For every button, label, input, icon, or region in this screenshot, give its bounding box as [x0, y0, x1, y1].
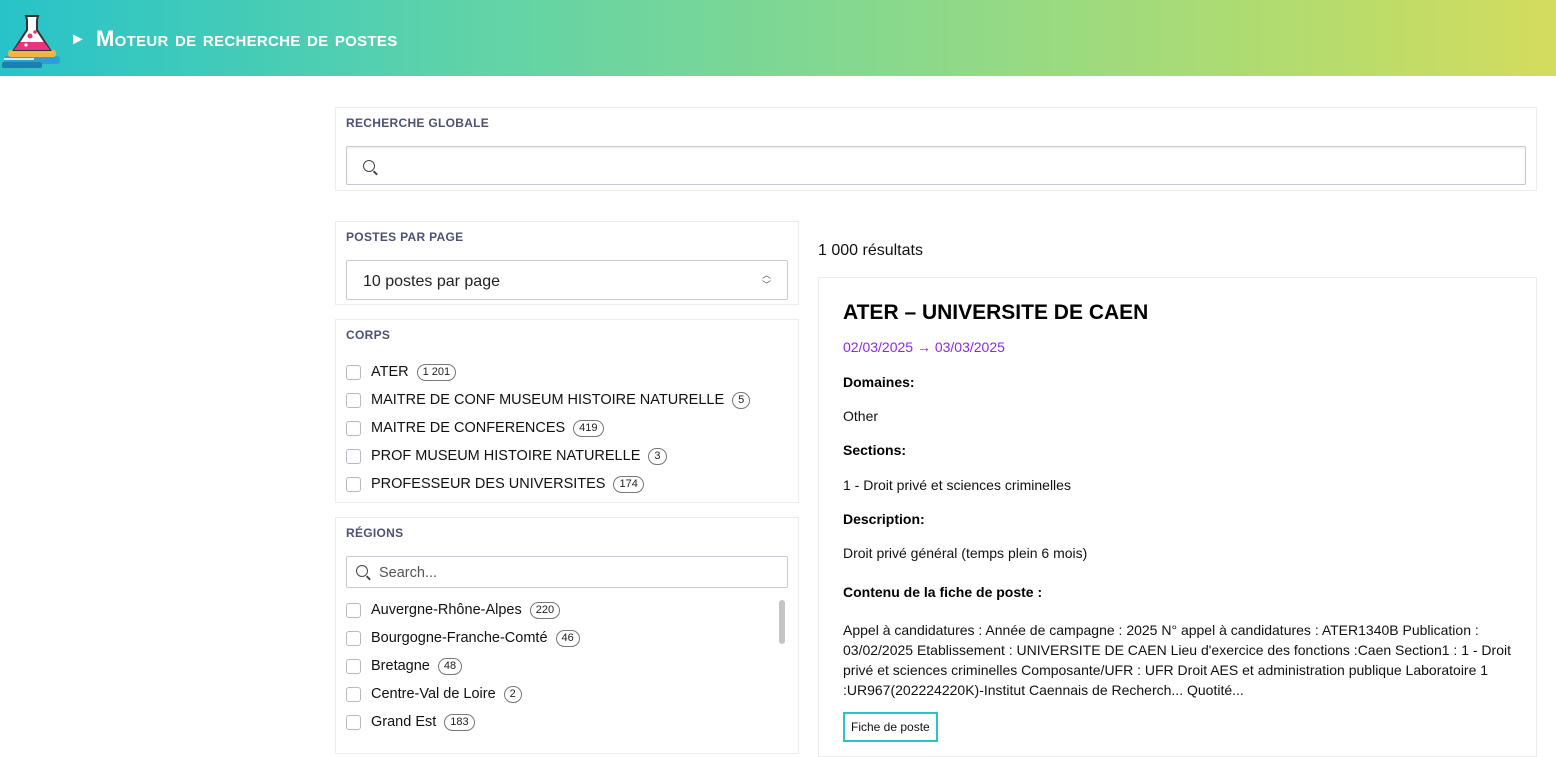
search-icon: [363, 160, 375, 172]
global-search-panel: RECHERCHE GLOBALE: [335, 107, 1537, 191]
corps-option[interactable]: ATER 1 201: [346, 362, 457, 382]
results-count: 1 000 résultats: [818, 242, 923, 259]
count-badge: 46: [555, 629, 580, 647]
count-badge: 220: [529, 601, 561, 619]
search-icon: [356, 565, 368, 577]
per-page-select[interactable]: 10 postes par page ︿ ﹀: [346, 260, 788, 300]
sections-label: Sections:: [843, 442, 907, 458]
corps-option-label: PROF MUSEUM HISTOIRE NATURELLE: [371, 448, 641, 464]
region-option-label: Bourgogne-Franche-Comté: [371, 630, 548, 646]
count-badge: 419: [573, 419, 604, 437]
regions-label: RÉGIONS: [346, 526, 404, 540]
corps-option-label: ATER: [371, 364, 409, 380]
count-badge: 48: [437, 657, 463, 675]
checkbox[interactable]: [346, 476, 361, 492]
fiche-de-poste-button[interactable]: Fiche de poste: [843, 712, 938, 742]
checkbox[interactable]: [346, 392, 361, 408]
description-label: Description:: [843, 511, 925, 527]
count-badge: 1 201: [416, 363, 457, 381]
contenu-label: Contenu de la fiche de poste :: [843, 584, 1043, 600]
per-page-panel: POSTES PAR PAGE 10 postes par page ︿ ﹀: [335, 221, 799, 305]
checkbox[interactable]: [346, 714, 361, 730]
page-title: Moteur de recherche de postes: [96, 26, 398, 51]
global-search-label: RECHERCHE GLOBALE: [346, 116, 490, 130]
per-page-label: POSTES PAR PAGE: [346, 230, 464, 244]
domaines-label: Domaines:: [843, 374, 915, 390]
corps-label: CORPS: [346, 328, 391, 342]
global-search-input[interactable]: [346, 146, 1526, 185]
region-option[interactable]: Bourgogne-Franche-Comté 46: [346, 628, 580, 648]
count-badge: 183: [444, 713, 475, 731]
region-option-label: Centre-Val de Loire: [371, 686, 496, 702]
checkbox[interactable]: [346, 364, 361, 380]
domaines-value: Other: [843, 408, 879, 424]
corps-option[interactable]: PROF MUSEUM HISTOIRE NATURELLE 3: [346, 446, 667, 466]
count-badge: 2: [503, 685, 522, 703]
chevron-updown-icon: ︿ ﹀: [761, 270, 771, 290]
corps-facet: CORPS ATER 1 201 MAITRE DE CONF MUSEUM H…: [335, 319, 799, 503]
regions-facet: RÉGIONS Search... Auvergne-Rhône-Alpes 2…: [335, 517, 799, 754]
corps-option[interactable]: MAITRE DE CONFERENCES 419: [346, 418, 604, 438]
job-title: ATER – UNIVERSITE DE CAEN: [843, 301, 1149, 324]
corps-option[interactable]: PROFESSEUR DES UNIVERSITES 174: [346, 474, 644, 494]
job-dates: 02/03/2025 → 03/03/2025: [843, 339, 1005, 355]
app-header: ► Moteur de recherche de postes: [0, 0, 1556, 76]
region-option[interactable]: Auvergne-Rhône-Alpes 220: [346, 600, 561, 620]
checkbox[interactable]: [346, 686, 361, 702]
flask-on-books-icon: [2, 15, 60, 68]
checkbox[interactable]: [346, 602, 361, 618]
corps-option[interactable]: MAITRE DE CONF MUSEUM HISTOIRE NATURELLE…: [346, 390, 751, 410]
count-badge: 3: [648, 447, 667, 465]
count-badge: 5: [732, 391, 751, 409]
region-option-label: Auvergne-Rhône-Alpes: [371, 602, 522, 618]
sections-value: 1 - Droit privé et sciences criminelles: [843, 477, 1071, 493]
region-option[interactable]: Centre-Val de Loire 2: [346, 684, 522, 704]
region-option[interactable]: Grand Est 183: [346, 712, 475, 732]
per-page-selected: 10 postes par page: [363, 273, 500, 290]
checkbox[interactable]: [346, 448, 361, 464]
region-option-label: Bretagne: [371, 658, 430, 674]
region-option-label: Grand Est: [371, 714, 437, 730]
contenu-text: Appel à candidatures : Année de campagne…: [843, 622, 1511, 698]
description-value: Droit privé général (temps plein 6 mois): [843, 545, 1088, 561]
checkbox[interactable]: [346, 658, 361, 674]
header-arrow: ►: [70, 31, 86, 48]
job-result-card: ATER – UNIVERSITE DE CAEN 02/03/2025 → 0…: [818, 277, 1537, 757]
corps-option-label: MAITRE DE CONFERENCES: [371, 420, 566, 436]
regions-search-input[interactable]: Search...: [346, 556, 788, 588]
count-badge: 174: [613, 475, 644, 493]
checkbox[interactable]: [346, 420, 361, 436]
corps-option-label: PROFESSEUR DES UNIVERSITES: [371, 476, 606, 492]
region-option[interactable]: Bretagne 48: [346, 656, 463, 676]
corps-option-label: MAITRE DE CONF MUSEUM HISTOIRE NATURELLE: [371, 392, 725, 408]
regions-scrollbar[interactable]: [779, 600, 785, 644]
checkbox[interactable]: [346, 630, 361, 646]
regions-search-placeholder: Search...: [379, 565, 438, 581]
